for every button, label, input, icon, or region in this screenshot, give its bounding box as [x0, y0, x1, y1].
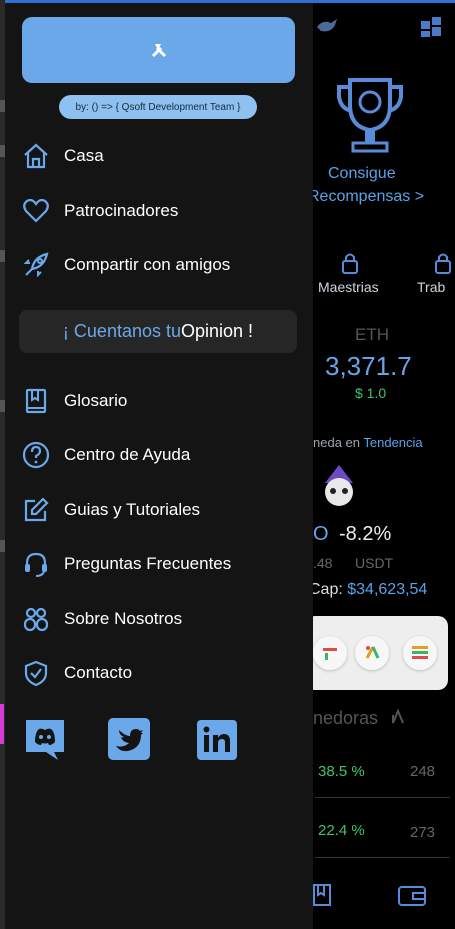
- menu-item-label: Contacto: [64, 663, 133, 682]
- menu-item-sobre-nosotros[interactable]: Sobre Nosotros: [22, 599, 182, 639]
- book-icon: [25, 388, 47, 414]
- row1-value: 248: [410, 763, 436, 780]
- lock-icon: [342, 253, 358, 274]
- discord-icon[interactable]: [24, 718, 66, 760]
- help-circle-icon: [22, 441, 50, 469]
- tab-trab[interactable]: Trab: [417, 279, 445, 295]
- menu-item-patrocinadores[interactable]: Patrocinadores: [22, 191, 178, 231]
- lock-icon: [435, 253, 451, 274]
- blocks-icon[interactable]: [419, 15, 443, 45]
- trending-label: neda en Tendencia: [313, 435, 423, 450]
- navigation-drawer: by: () => { Qsoft Development Team } Cas…: [5, 3, 313, 929]
- trophy-icon[interactable]: [335, 75, 405, 165]
- exchange-logos-tray[interactable]: [305, 616, 448, 690]
- trend-unit: USDT: [355, 555, 394, 571]
- headset-icon: [25, 552, 47, 577]
- sort-icon[interactable]: [391, 709, 405, 725]
- coin-price: 3,371.7: [325, 351, 412, 381]
- row-divider: [315, 857, 450, 858]
- exchange-logo-2-icon[interactable]: [355, 636, 389, 670]
- trending-coin-avatar[interactable]: [319, 465, 359, 507]
- menu-item-label: Glosario: [64, 391, 128, 410]
- menu-item-label: Preguntas Frecuentes: [64, 554, 232, 573]
- drawer-header-button[interactable]: [22, 17, 295, 83]
- coin-symbol: ETH: [355, 325, 389, 344]
- winners-title: nedoras: [313, 708, 379, 728]
- exchange-logo-1-icon[interactable]: [313, 636, 347, 670]
- menu-item-compartir[interactable]: Compartir con amigos: [22, 245, 230, 285]
- whale-icon[interactable]: [315, 15, 341, 41]
- shield-check-icon: [24, 660, 48, 687]
- credit-badge: by: () => { Qsoft Development Team }: [59, 95, 257, 119]
- rewards-link-2[interactable]: Recompensas >: [308, 188, 424, 206]
- menu-item-casa[interactable]: Casa: [22, 136, 104, 176]
- menu-item-label: Compartir con amigos: [64, 255, 231, 274]
- heart-icon: [23, 198, 49, 223]
- rocket-icon: [23, 252, 49, 278]
- menu-item-guias[interactable]: Guias y Tutoriales: [22, 490, 200, 530]
- coin-change: $ 1.0: [355, 385, 387, 401]
- menu-item-label: Guias y Tutoriales: [64, 500, 201, 519]
- menu-item-label: Sobre Nosotros: [64, 609, 183, 628]
- row-divider: [315, 797, 450, 798]
- linkedin-icon[interactable]: [197, 720, 237, 760]
- menu-item-preguntas[interactable]: Preguntas Frecuentes: [22, 544, 231, 584]
- row2-change: 22.4 %: [318, 822, 365, 839]
- menu-item-glosario[interactable]: Glosario: [22, 381, 127, 421]
- tab-maestrias[interactable]: Maestrias: [318, 279, 379, 295]
- home-icon: [24, 143, 48, 169]
- menu-item-label: Centro de Ayuda: [64, 445, 191, 464]
- row2-value: 273: [410, 824, 436, 841]
- book-nav-icon[interactable]: [310, 883, 334, 907]
- trend-symbol: O: [313, 523, 329, 545]
- trend-change: -8.2%: [339, 523, 392, 545]
- tools-icon: [151, 44, 166, 58]
- menu-item-contacto[interactable]: Contacto: [22, 653, 132, 693]
- row1-change: 38.5 %: [318, 763, 365, 780]
- trend-price: .48: [313, 555, 333, 571]
- exchange-logo-3-icon[interactable]: [403, 636, 437, 670]
- menu-item-centro-ayuda[interactable]: Centro de Ayuda: [22, 435, 190, 475]
- users-icon: [23, 607, 49, 632]
- twitter-icon[interactable]: [108, 718, 150, 760]
- menu-item-label: Casa: [64, 146, 104, 165]
- market-cap: Cap: $34,623,54: [309, 581, 428, 598]
- edit-icon: [24, 497, 49, 522]
- opinion-button[interactable]: ¡ Cuentanos tu Opinion !: [19, 310, 297, 353]
- wallet-nav-icon[interactable]: [397, 885, 427, 907]
- rewards-link[interactable]: Consigue: [328, 165, 396, 183]
- menu-item-label: Patrocinadores: [64, 201, 179, 220]
